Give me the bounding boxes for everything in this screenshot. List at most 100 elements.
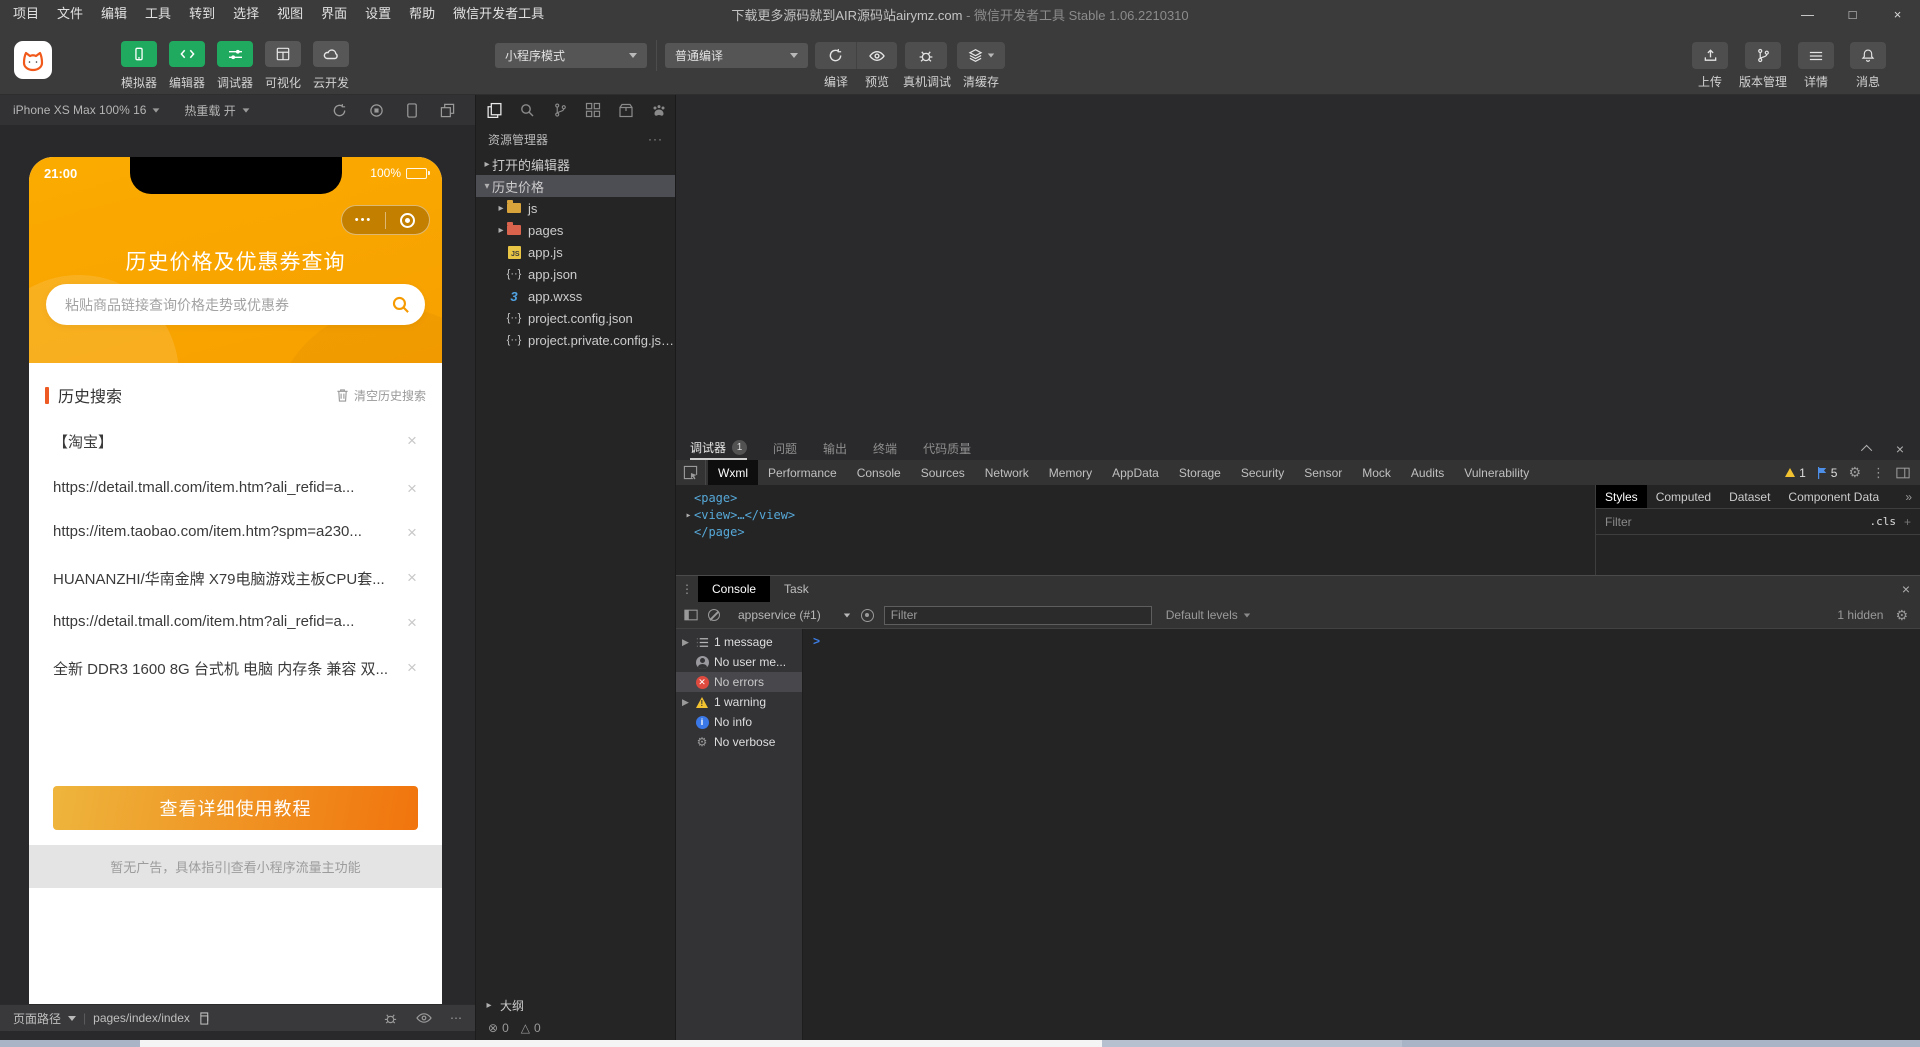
tab-dataset[interactable]: Dataset xyxy=(1720,485,1779,508)
editor-toggle[interactable]: 编辑器 xyxy=(163,41,211,91)
remote-debug-button[interactable] xyxy=(905,42,947,69)
git-branch-icon[interactable] xyxy=(550,102,570,118)
tree-item-project-root[interactable]: ▾历史价格 xyxy=(476,175,675,197)
history-item[interactable]: HUANANZHI/华南金牌 X79电脑游戏主板CPU套... xyxy=(53,568,388,588)
version-control-button[interactable] xyxy=(1745,42,1781,69)
tree-item-app-json[interactable]: {··}app.json xyxy=(476,263,675,285)
tab-audits[interactable]: Audits xyxy=(1401,460,1454,485)
paw-icon[interactable] xyxy=(649,103,669,118)
tab-problems[interactable]: 问题 xyxy=(773,437,797,460)
tree-item-app-wxss[interactable]: 3app.wxss xyxy=(476,285,675,307)
context-select[interactable]: appservice (#1) xyxy=(738,608,821,622)
more-tabs-icon[interactable]: » xyxy=(1905,490,1920,504)
filter-all-messages[interactable]: ▶ 1 message xyxy=(676,632,802,652)
tab-console[interactable]: Console xyxy=(847,460,911,485)
mode-select[interactable]: 小程序模式 xyxy=(495,43,647,68)
compile-mode-select[interactable]: 普通编译 xyxy=(665,43,808,68)
tab-appdata[interactable]: AppData xyxy=(1102,460,1169,485)
package-icon[interactable] xyxy=(616,103,636,118)
remove-history-icon[interactable]: × xyxy=(404,479,420,499)
files-icon[interactable] xyxy=(484,102,504,119)
filter-user-messages[interactable]: No user me... xyxy=(676,652,802,672)
history-item[interactable]: 【淘宝】 xyxy=(53,431,388,451)
history-item[interactable]: https://detail.tmall.com/item.htm?ali_re… xyxy=(53,613,388,633)
tab-computed[interactable]: Computed xyxy=(1647,485,1720,508)
cloud-dev-toggle[interactable]: 云开发 xyxy=(307,41,355,91)
tab-debugger[interactable]: 调试器 1 xyxy=(690,437,747,460)
tree-item-app-js[interactable]: JSapp.js xyxy=(476,241,675,263)
chevron-right-icon[interactable]: ▸ xyxy=(683,507,694,524)
gear-icon[interactable]: ⚙ xyxy=(1895,607,1908,624)
maximize-button[interactable]: □ xyxy=(1830,0,1875,28)
console-prompt-icon[interactable]: > xyxy=(813,634,820,648)
kebab-menu-icon[interactable]: ⋮ xyxy=(1872,465,1885,481)
tab-console-drawer[interactable]: Console xyxy=(698,576,770,602)
history-item[interactable]: https://detail.tmall.com/item.htm?ali_re… xyxy=(53,479,388,499)
wxml-node[interactable]: </page> xyxy=(694,524,1595,541)
filter-errors[interactable]: ✕ No errors xyxy=(676,672,802,692)
menu-interface[interactable]: 界面 xyxy=(312,0,356,28)
flag-counter[interactable]: 5 xyxy=(1817,466,1838,480)
tab-styles[interactable]: Styles xyxy=(1596,485,1647,508)
capsule-more-button[interactable]: ••• xyxy=(342,206,385,234)
copy-icon[interactable] xyxy=(197,1012,209,1025)
clear-console-icon[interactable] xyxy=(708,609,720,621)
tab-wxml[interactable]: Wxml xyxy=(708,460,758,485)
record-icon[interactable] xyxy=(369,103,384,118)
collapse-panel-icon[interactable] xyxy=(1861,444,1872,455)
remove-history-icon[interactable]: × xyxy=(404,568,420,588)
tab-mock[interactable]: Mock xyxy=(1352,460,1401,485)
visualization-toggle[interactable]: 可视化 xyxy=(259,41,307,91)
notifications-button[interactable] xyxy=(1850,42,1886,69)
tree-item-js-folder[interactable]: ▸js xyxy=(476,197,675,219)
device-frame-icon[interactable] xyxy=(406,103,418,118)
live-expression-icon[interactable] xyxy=(861,609,874,622)
minimize-button[interactable]: — xyxy=(1785,0,1830,28)
menu-goto[interactable]: 转到 xyxy=(180,0,224,28)
show-sidebar-icon[interactable] xyxy=(684,609,698,621)
menu-devtools[interactable]: 微信开发者工具 xyxy=(444,0,553,28)
tab-network[interactable]: Network xyxy=(975,460,1039,485)
remove-history-icon[interactable]: × xyxy=(404,658,420,678)
page-path-select[interactable]: 页面路径 xyxy=(13,1010,61,1027)
new-style-rule-button[interactable]: + xyxy=(1904,515,1911,529)
compile-button[interactable] xyxy=(815,42,856,69)
hot-reload-select[interactable]: 热重载 开 xyxy=(184,102,235,119)
tab-component-data[interactable]: Component Data xyxy=(1779,485,1888,508)
capsule-close-button[interactable] xyxy=(386,213,429,228)
clear-history-button[interactable]: 清空历史搜索 xyxy=(336,387,426,404)
menu-select[interactable]: 选择 xyxy=(224,0,268,28)
wxml-node[interactable]: <page> xyxy=(694,490,1595,507)
multi-window-icon[interactable] xyxy=(440,103,455,118)
simulator-toggle[interactable]: 模拟器 xyxy=(115,41,163,91)
tree-item-pages-folder[interactable]: ▸pages xyxy=(476,219,675,241)
tab-sensor[interactable]: Sensor xyxy=(1294,460,1352,485)
tab-sources[interactable]: Sources xyxy=(911,460,975,485)
clear-cache-button[interactable] xyxy=(957,42,1005,69)
extensions-icon[interactable] xyxy=(583,102,603,118)
tab-performance[interactable]: Performance xyxy=(758,460,847,485)
kebab-menu-icon[interactable]: ⋮ xyxy=(676,582,698,596)
tab-security[interactable]: Security xyxy=(1231,460,1294,485)
menu-project[interactable]: 项目 xyxy=(4,0,48,28)
menu-file[interactable]: 文件 xyxy=(48,0,92,28)
eye-icon[interactable] xyxy=(416,1012,432,1024)
outline-header[interactable]: ▸ 大纲 xyxy=(476,994,675,1016)
menu-view[interactable]: 视图 xyxy=(268,0,312,28)
bug-icon[interactable] xyxy=(383,1011,398,1026)
console-filter-input[interactable] xyxy=(884,606,1152,625)
tab-task[interactable]: Task xyxy=(770,576,823,602)
debugger-toggle[interactable]: 调试器 xyxy=(211,41,259,91)
warning-counter[interactable]: 1 xyxy=(1785,466,1806,480)
tab-vulnerability[interactable]: Vulnerability xyxy=(1454,460,1539,485)
search-icon[interactable] xyxy=(391,295,410,314)
details-button[interactable] xyxy=(1798,42,1834,69)
close-panel-icon[interactable]: × xyxy=(1896,441,1904,457)
tree-item-open-editors[interactable]: ▸打开的编辑器 xyxy=(476,153,675,175)
close-drawer-icon[interactable]: × xyxy=(1902,581,1910,597)
menu-edit[interactable]: 编辑 xyxy=(92,0,136,28)
device-select[interactable]: iPhone XS Max 100% 16 xyxy=(13,103,146,117)
inspect-element-icon[interactable] xyxy=(676,460,706,485)
wxml-node[interactable]: ▸<view>…</view> xyxy=(694,507,1595,524)
toggle-class-button[interactable]: .cls xyxy=(1869,515,1896,528)
